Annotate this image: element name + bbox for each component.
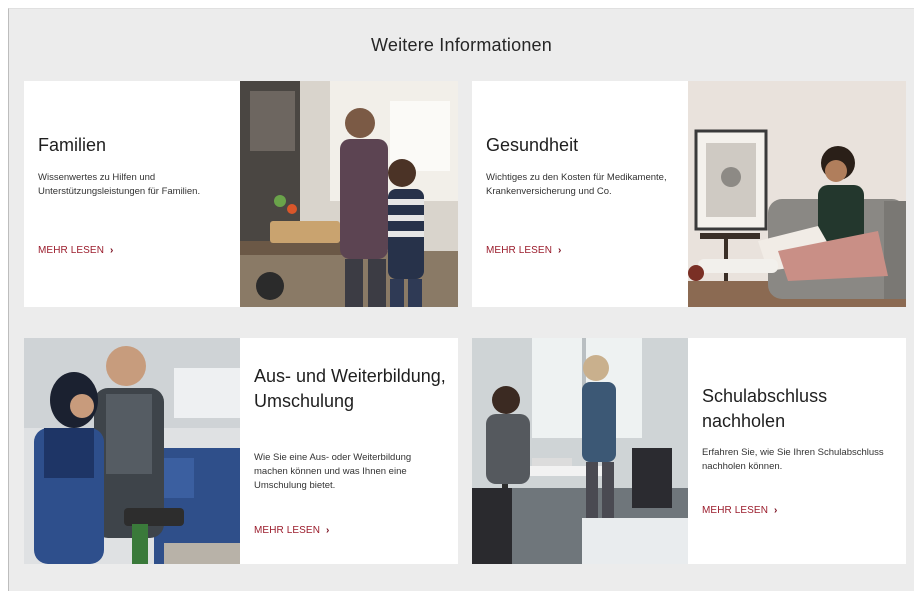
link-label: MEHR LESEN xyxy=(254,525,321,536)
chevron-right-icon: › xyxy=(774,505,778,516)
card-description: Wie Sie eine Aus- oder Weiterbildung mac… xyxy=(254,452,412,491)
card-text: Aus- und Weiterbildung, Umschulung Wie S… xyxy=(240,338,458,564)
page-frame: Weitere Informationen Familien Wissenwer… xyxy=(8,8,914,591)
chevron-right-icon: › xyxy=(326,525,330,536)
photo-family-cooking xyxy=(240,81,458,307)
photo-workshop-training xyxy=(24,338,240,564)
card-text: Gesundheit Wichtiges zu den Kosten für M… xyxy=(472,81,688,307)
card-description: Wichtiges zu den Kosten für Medikamente,… xyxy=(486,172,667,197)
mehr-lesen-link[interactable]: MEHR LESEN › xyxy=(38,245,113,256)
mehr-lesen-link[interactable]: MEHR LESEN › xyxy=(702,505,777,516)
card-description: Erfahren Sie, wie Sie Ihren Schulabschlu… xyxy=(702,447,884,472)
link-label: MEHR LESEN xyxy=(702,505,769,516)
section-title: Weitere Informationen xyxy=(371,35,552,55)
card-schulabschluss[interactable]: Schulabschluss nachholen Erfahren Sie, w… xyxy=(472,338,906,564)
card-gesundheit[interactable]: Gesundheit Wichtiges zu den Kosten für M… xyxy=(472,81,906,307)
card-weiterbildung[interactable]: Aus- und Weiterbildung, Umschulung Wie S… xyxy=(24,338,458,564)
link-label: MEHR LESEN xyxy=(38,245,105,256)
mehr-lesen-link[interactable]: MEHR LESEN › xyxy=(486,245,561,256)
card-text: Familien Wissenwertes zu Hilfen und Unte… xyxy=(24,81,240,307)
photo-woman-armchair xyxy=(688,81,906,307)
card-familien[interactable]: Familien Wissenwertes zu Hilfen und Unte… xyxy=(24,81,458,307)
link-label: MEHR LESEN xyxy=(486,245,553,256)
card-description: Wissenwertes zu Hilfen und Unterstützung… xyxy=(38,172,201,197)
card-title: Familien xyxy=(38,135,107,155)
chevron-right-icon: › xyxy=(110,245,114,256)
mehr-lesen-link[interactable]: MEHR LESEN › xyxy=(254,525,329,536)
photo-classroom xyxy=(472,338,688,564)
card-text: Schulabschluss nachholen Erfahren Sie, w… xyxy=(688,338,906,564)
card-title: Aus- und Weiterbildung, Umschulung xyxy=(254,366,446,411)
chevron-right-icon: › xyxy=(558,245,562,256)
card-title: Gesundheit xyxy=(486,135,579,155)
card-title: Schulabschluss nachholen xyxy=(702,386,828,431)
